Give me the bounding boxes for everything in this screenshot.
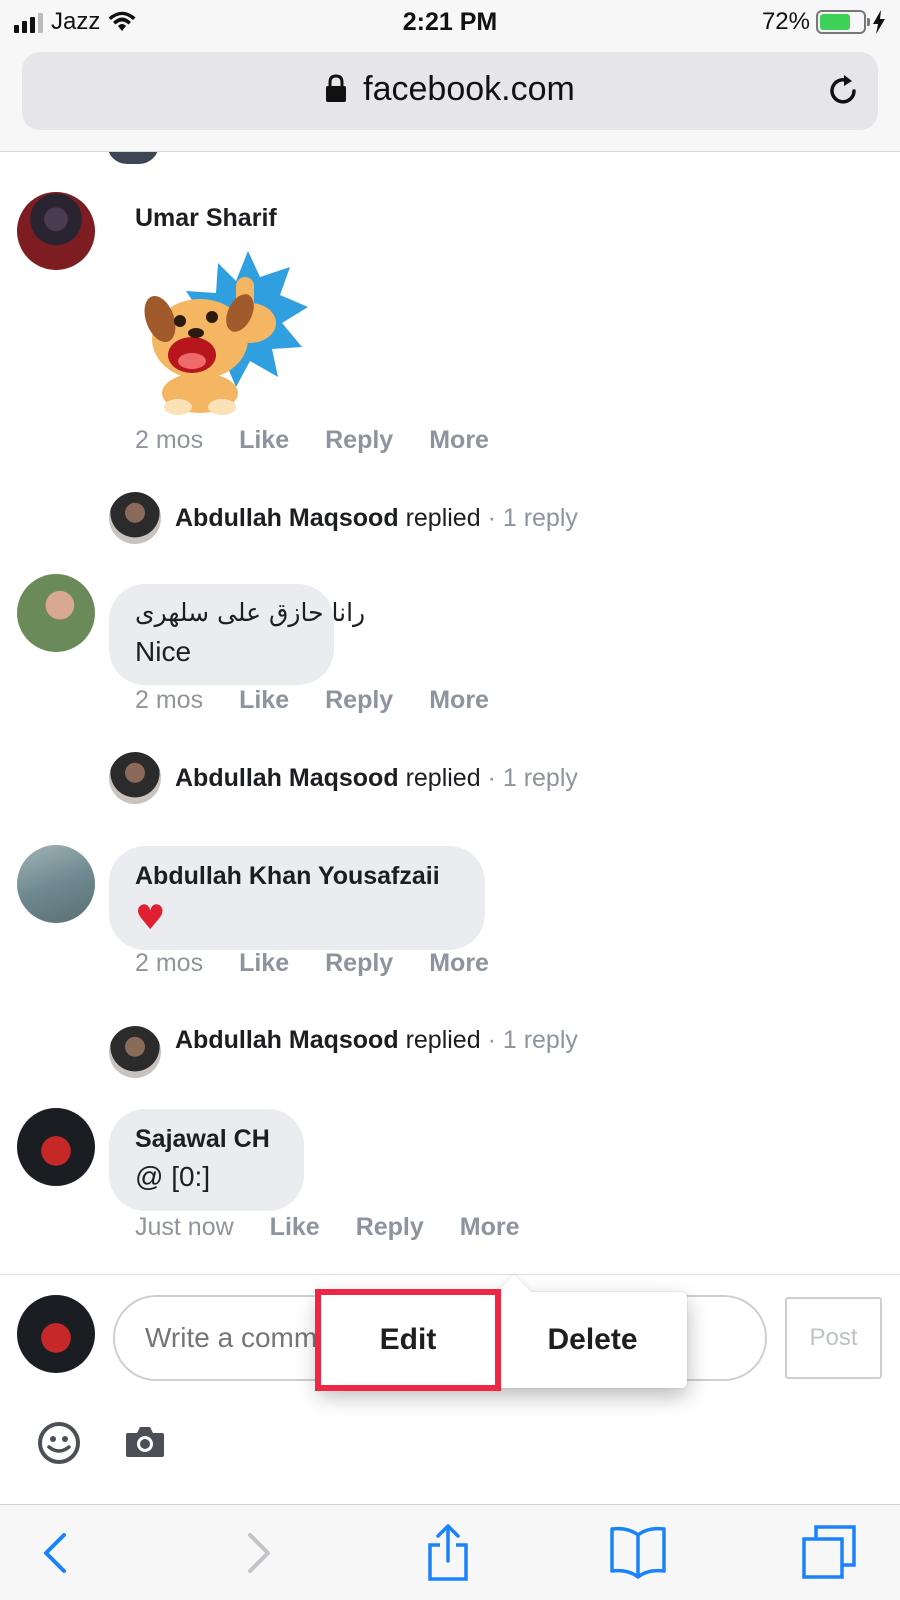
comments-list: Umar Sharif 2 mos Like Reply More Abdull… — [0, 152, 900, 1274]
browser-toolbar — [0, 1504, 900, 1600]
reply-verb: replied — [405, 1026, 481, 1054]
reply-button[interactable]: Reply — [325, 686, 393, 715]
more-button[interactable]: More — [429, 426, 489, 455]
comment-bubble: رانا حازق علی سلھری Nice — [109, 584, 365, 685]
reply-summary-link[interactable]: Abdullah Maqsood replied · 1 reply — [175, 764, 578, 793]
charging-bolt-icon — [873, 10, 885, 34]
reply-author: Abdullah Maqsood — [175, 1026, 399, 1054]
comment-bubble: Abdullah Khan Yousafzaii ♥ — [109, 846, 485, 950]
reply-summary-link[interactable]: Abdullah Maqsood replied · 1 reply — [175, 1026, 578, 1055]
tabs-icon — [802, 1525, 856, 1579]
comment-author[interactable]: رانا حازق علی سلھری — [135, 598, 365, 627]
edit-menu-item[interactable]: Edit — [315, 1289, 501, 1391]
comment-text: Nice — [135, 636, 192, 667]
comment-timestamp[interactable]: 2 mos — [135, 949, 203, 978]
forward-button[interactable] — [226, 1523, 286, 1583]
avatar[interactable] — [109, 1026, 161, 1078]
reply-count: · 1 reply — [487, 764, 578, 792]
comment-options-menu: Edit Delete — [315, 1289, 687, 1391]
reply-summary-link[interactable]: Abdullah Maqsood replied · 1 reply — [175, 504, 578, 533]
more-button[interactable]: More — [460, 1213, 520, 1242]
comment-actions: 2 mos Like Reply More — [135, 426, 489, 455]
comment-actions: 2 mos Like Reply More — [135, 686, 489, 715]
thumbs-up-dog-sticker — [144, 251, 308, 415]
reply-count: · 1 reply — [487, 504, 578, 532]
delete-menu-item[interactable]: Delete — [498, 1292, 687, 1388]
battery-percent: 72% — [761, 8, 810, 35]
reply-button[interactable]: Reply — [356, 1213, 424, 1242]
reply-author: Abdullah Maqsood — [175, 504, 399, 532]
status-right: 72% — [762, 8, 886, 36]
comment-timestamp[interactable]: 2 mos — [135, 426, 203, 455]
reply-button[interactable]: Reply — [325, 426, 393, 455]
comment-bubble: Sajawal CH @ [0:] — [109, 1109, 304, 1211]
comment-author[interactable]: Abdullah Khan Yousafzaii — [135, 862, 440, 891]
like-button[interactable]: Like — [239, 686, 289, 715]
tabs-button[interactable] — [800, 1523, 860, 1583]
lock-icon — [326, 74, 347, 103]
like-button[interactable]: Like — [239, 949, 289, 978]
more-button[interactable]: More — [429, 949, 489, 978]
reply-verb: replied — [405, 504, 481, 532]
avatar — [107, 152, 159, 164]
comment-author[interactable]: Sajawal CH — [135, 1125, 270, 1154]
heart-emoji: ♥ — [135, 898, 166, 938]
bookmarks-button[interactable] — [608, 1523, 668, 1583]
avatar[interactable] — [109, 492, 161, 544]
share-icon — [428, 1524, 468, 1581]
reload-icon[interactable] — [824, 72, 862, 110]
avatar — [17, 1295, 95, 1373]
back-button[interactable] — [28, 1523, 88, 1583]
reply-button[interactable]: Reply — [325, 949, 393, 978]
more-button[interactable]: More — [429, 686, 489, 715]
comment-timestamp[interactable]: Just now — [135, 1213, 234, 1242]
avatar[interactable] — [109, 752, 161, 804]
reply-author: Abdullah Maqsood — [175, 764, 399, 792]
comment-actions: Just now Like Reply More — [135, 1213, 520, 1242]
camera-icon[interactable] — [124, 1423, 166, 1461]
avatar[interactable] — [17, 845, 95, 923]
avatar[interactable] — [17, 1108, 95, 1186]
status-bar: Jazz 2:21 PM 72% — [0, 0, 900, 46]
like-button[interactable]: Like — [239, 426, 289, 455]
emoji-icon[interactable] — [37, 1421, 81, 1465]
url-display[interactable]: facebook.com — [22, 70, 878, 109]
comment-author[interactable]: Umar Sharif — [135, 204, 277, 233]
url-text: facebook.com — [363, 70, 575, 108]
bookmarks-icon — [610, 1526, 666, 1579]
comment-actions: 2 mos Like Reply More — [135, 949, 489, 978]
reply-verb: replied — [405, 764, 481, 792]
avatar[interactable] — [17, 192, 95, 270]
address-bar[interactable]: facebook.com — [22, 52, 878, 130]
browser-address-area: facebook.com — [0, 46, 900, 152]
like-button[interactable]: Like — [270, 1213, 320, 1242]
reply-count: · 1 reply — [487, 1026, 578, 1054]
avatar[interactable] — [17, 574, 95, 652]
comment-text: @ [0:] — [135, 1161, 211, 1192]
share-button[interactable] — [418, 1523, 478, 1583]
back-icon — [44, 1533, 66, 1573]
comment-timestamp[interactable]: 2 mos — [135, 686, 203, 715]
forward-icon — [248, 1533, 270, 1573]
battery-icon — [816, 10, 870, 34]
post-button[interactable]: Post — [785, 1297, 882, 1379]
